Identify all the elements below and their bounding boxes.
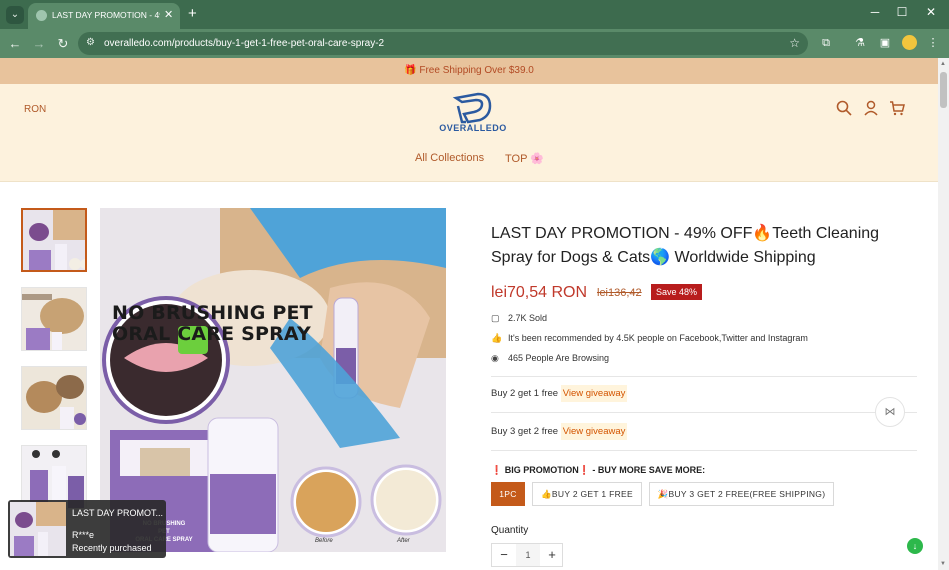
offer-row-2: Buy 3 get 2 free View giveaway <box>491 423 628 440</box>
url-text[interactable]: overalledo.com/products/buy-1-get-1-free… <box>104 38 384 49</box>
bag-icon: ▢ <box>491 313 500 323</box>
bookmark-star-icon[interactable]: ☆ <box>789 36 800 50</box>
scroll-down-arrow-icon[interactable]: ▼ <box>940 561 946 567</box>
minimize-button[interactable]: ─ <box>866 5 884 19</box>
recommend-text: It's been recommended by 4.5K people on … <box>508 333 808 343</box>
browsing-count: 465 People Are Browsing <box>508 353 610 363</box>
toast-thumbnail <box>10 502 66 556</box>
cart-icon[interactable] <box>889 100 905 116</box>
account-icon[interactable] <box>863 100 879 116</box>
thumbnail-image <box>22 288 86 350</box>
toast-product-title: LAST DAY PROMOT... <box>72 508 164 518</box>
chat-widget-icon[interactable]: ↓ <box>907 538 923 554</box>
site-info-icon[interactable]: ⚙ <box>86 37 98 49</box>
nav-top-label[interactable]: TOP <box>505 153 527 165</box>
reload-button[interactable]: ↻ <box>54 35 72 53</box>
sale-price: lei70,54 RON <box>491 284 588 301</box>
gift-icon: 🎁 <box>404 65 420 76</box>
browser-frame: ⌄ LAST DAY PROMOTION - 49% OFF ✕ + ─ ☐ ✕… <box>0 0 949 58</box>
brand-name: OVERALLEDO <box>439 123 507 133</box>
promo-heading: ❗ BIG PROMOTION❗ - BUY MORE SAVE MORE: <box>491 465 706 475</box>
toast-buyer-name: R***e <box>72 530 95 540</box>
option-1pc[interactable]: 1PC <box>491 482 525 506</box>
divider <box>491 450 917 451</box>
eye-icon: ◉ <box>491 353 499 363</box>
sold-count: 2.7K Sold <box>508 313 548 323</box>
quantity-input[interactable]: 1 <box>516 544 540 566</box>
headline-line-2: ORAL CARE SPRAY <box>112 323 311 345</box>
browsing-row: ◉ 465 People Are Browsing <box>491 353 609 364</box>
maximize-button[interactable]: ☐ <box>893 5 911 19</box>
address-bar[interactable]: ⚙ overalledo.com/products/buy-1-get-1-fr… <box>78 32 808 55</box>
labs-flask-icon[interactable]: ⚗ <box>852 35 868 51</box>
web-page: 🎁 Free Shipping Over $39.0 RON OVERALLED… <box>0 58 938 570</box>
store-header: RON OVERALLEDO All Collections TOP 🌸 <box>0 84 938 182</box>
tab-bar: ⌄ LAST DAY PROMOTION - 49% OFF ✕ + ─ ☐ ✕ <box>0 0 949 29</box>
quantity-increase-button[interactable]: + <box>540 544 564 566</box>
gallery-thumbnail-1[interactable] <box>21 208 87 272</box>
toast-product-image <box>10 502 66 556</box>
recent-purchase-toast[interactable]: LAST DAY PROMOT... R***e Recently purcha… <box>8 500 166 558</box>
offer-2-view-giveaway-link[interactable]: View giveaway <box>560 423 628 440</box>
announcement-text: Free Shipping Over $39.0 <box>419 65 534 76</box>
page-scrollbar[interactable]: ▲ ▼ <box>938 58 949 570</box>
gallery-thumbnail-3[interactable] <box>21 366 87 430</box>
tab-favicon-icon <box>36 10 47 21</box>
flower-icon: 🌸 <box>530 153 544 165</box>
browser-menu-icon[interactable]: ⋮ <box>925 35 941 51</box>
share-icon[interactable]: ⋈ <box>875 397 905 427</box>
divider <box>491 376 917 377</box>
extensions-icon[interactable]: ⧉ <box>818 35 834 51</box>
before-label: Before <box>315 538 333 544</box>
thumbs-up-icon: 👍 <box>491 333 503 343</box>
quantity-label: Quantity <box>491 525 529 536</box>
tab-search-button[interactable]: ⌄ <box>6 6 24 24</box>
option-buy3get2[interactable]: 🎉BUY 3 GET 2 FREE(FREE SHIPPING) <box>649 482 834 506</box>
nav-all-collections[interactable]: All Collections <box>415 152 484 164</box>
offer-2-text: Buy 3 get 2 free <box>491 426 561 437</box>
search-icon[interactable] <box>836 100 852 116</box>
after-label: After <box>397 538 410 544</box>
nav-top[interactable]: TOP 🌸 <box>505 152 544 165</box>
gallery-thumbnail-2[interactable] <box>21 287 87 351</box>
save-badge: Save 48% <box>651 284 703 300</box>
browser-tab-active[interactable]: LAST DAY PROMOTION - 49% OFF ✕ <box>28 3 180 29</box>
offer-row-1: Buy 2 get 1 free View giveaway <box>491 385 628 402</box>
profile-avatar[interactable] <box>902 35 917 50</box>
quantity-stepper: − 1 + <box>491 543 563 567</box>
recommend-row: 👍 It's been recommended by 4.5K people on… <box>491 333 808 344</box>
offer-1-text: Buy 2 get 1 free <box>491 388 561 399</box>
side-panel-icon[interactable]: ▣ <box>877 35 893 51</box>
scroll-up-arrow-icon[interactable]: ▲ <box>940 61 946 67</box>
option-buy2get1[interactable]: 👍BUY 2 GET 1 FREE <box>532 482 642 506</box>
tab-close-icon[interactable]: ✕ <box>164 8 173 21</box>
sold-count-row: ▢ 2.7K Sold <box>491 313 547 324</box>
offer-1-view-giveaway-link[interactable]: View giveaway <box>560 385 628 402</box>
toast-subtitle: Recently purchased <box>72 543 152 553</box>
divider <box>491 412 917 413</box>
tab-title: LAST DAY PROMOTION - 49% OFF <box>52 10 160 20</box>
main-image-headline: NO BRUSHING PET ORAL CARE SPRAY <box>112 303 313 345</box>
forward-button[interactable]: → <box>30 35 48 53</box>
browser-toolbar: ← → ↻ ⚙ overalledo.com/products/buy-1-ge… <box>0 29 949 58</box>
compare-price: lei136,42 <box>597 287 642 299</box>
thumbnail-image <box>22 367 86 429</box>
currency-selector[interactable]: RON <box>24 104 46 115</box>
headline-line-1: NO BRUSHING PET <box>112 302 313 324</box>
back-button[interactable]: ← <box>6 35 24 53</box>
quantity-decrease-button[interactable]: − <box>492 544 516 566</box>
new-tab-button[interactable]: + <box>188 5 197 22</box>
thumbnail-image <box>23 210 85 270</box>
close-window-button[interactable]: ✕ <box>922 5 940 19</box>
scrollbar-thumb[interactable] <box>940 72 947 108</box>
announcement-bar: 🎁 Free Shipping Over $39.0 <box>0 58 938 84</box>
product-title: LAST DAY PROMOTION - 49% OFF🔥Teeth Clean… <box>491 225 880 266</box>
